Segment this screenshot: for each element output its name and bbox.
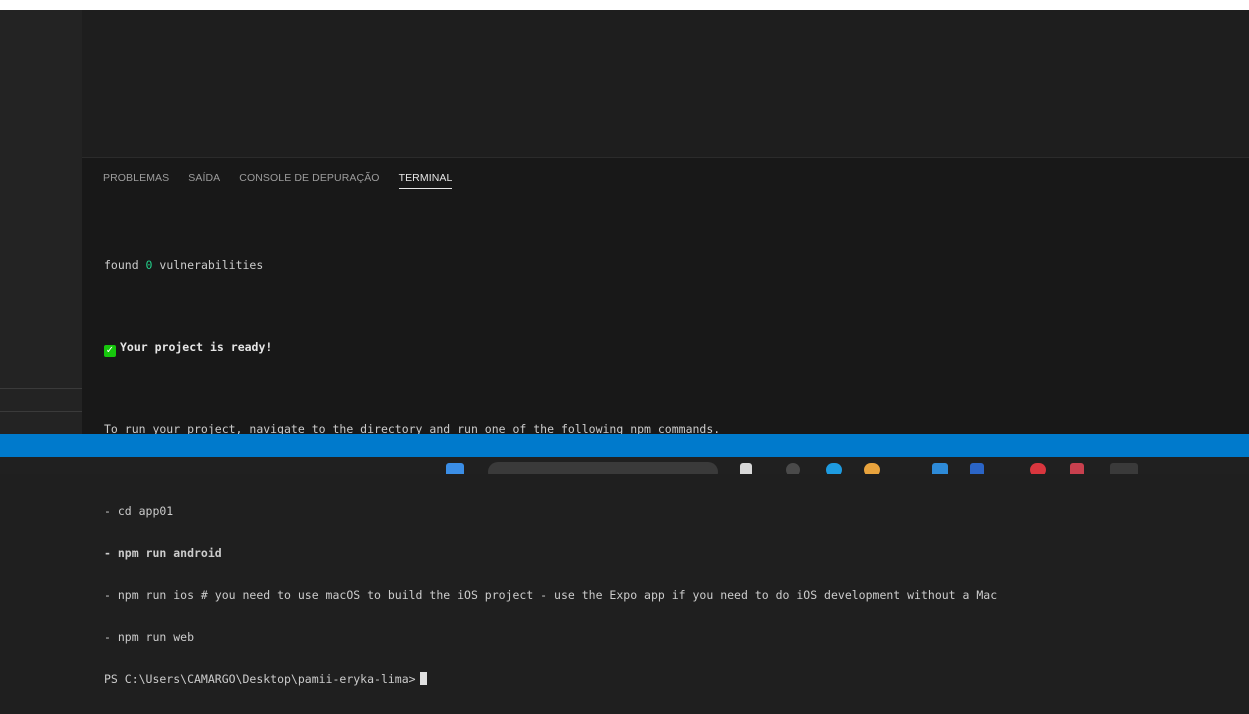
- command-line: - cd app01: [104, 504, 174, 518]
- edge-icon[interactable]: [826, 463, 842, 474]
- bottom-panel: PROBLEMAS SAÍDA CONSOLE DE DEPURAÇÃO TER…: [82, 157, 1249, 686]
- activity-divider: [0, 411, 82, 412]
- tab-debug-console[interactable]: CONSOLE DE DEPURAÇÃO: [239, 172, 379, 189]
- found-suffix: vulnerabilities: [152, 258, 264, 272]
- app-icon[interactable]: [1030, 463, 1046, 474]
- tab-problems[interactable]: PROBLEMAS: [103, 172, 169, 189]
- ready-message: Your project is ready!: [120, 340, 273, 354]
- status-bar: [0, 434, 1249, 457]
- vulnerabilities-line: found 0 vulnerabilities: [104, 258, 1234, 272]
- command-line: - npm run ios # you need to use macOS to…: [104, 588, 998, 602]
- chrome-icon[interactable]: [864, 463, 880, 474]
- tab-terminal[interactable]: TERMINAL: [398, 172, 453, 189]
- editor-area[interactable]: [82, 10, 1249, 157]
- taskbar: [0, 457, 1249, 474]
- app-icon[interactable]: [786, 463, 800, 474]
- app-icon[interactable]: [970, 463, 984, 474]
- app-icon[interactable]: [1110, 463, 1138, 474]
- panel-tabs: PROBLEMAS SAÍDA CONSOLE DE DEPURAÇÃO TER…: [103, 172, 471, 189]
- prompt-line[interactable]: PS C:\Users\CAMARGO\Desktop\pamii-eryka-…: [104, 672, 1234, 686]
- found-prefix: found: [104, 258, 146, 272]
- shell-prompt: PS C:\Users\CAMARGO\Desktop\pamii-eryka-…: [104, 672, 416, 686]
- activity-bar: [0, 10, 82, 434]
- app-icon[interactable]: [1070, 463, 1084, 474]
- command-line: - npm run web: [104, 630, 195, 644]
- tab-output[interactable]: SAÍDA: [188, 172, 220, 189]
- vscode-icon[interactable]: [932, 463, 948, 474]
- windows-start-icon[interactable]: [446, 463, 464, 474]
- terminal-cursor: [419, 672, 427, 685]
- green-check-icon: ✓: [104, 345, 116, 357]
- task-view-icon[interactable]: [740, 463, 752, 474]
- window-top-edge: [0, 0, 1249, 10]
- taskbar-search-box[interactable]: [488, 462, 718, 474]
- ready-line: ✓ Your project is ready!: [104, 340, 1234, 357]
- command-line: - npm run android: [104, 546, 222, 560]
- activity-divider: [0, 388, 82, 389]
